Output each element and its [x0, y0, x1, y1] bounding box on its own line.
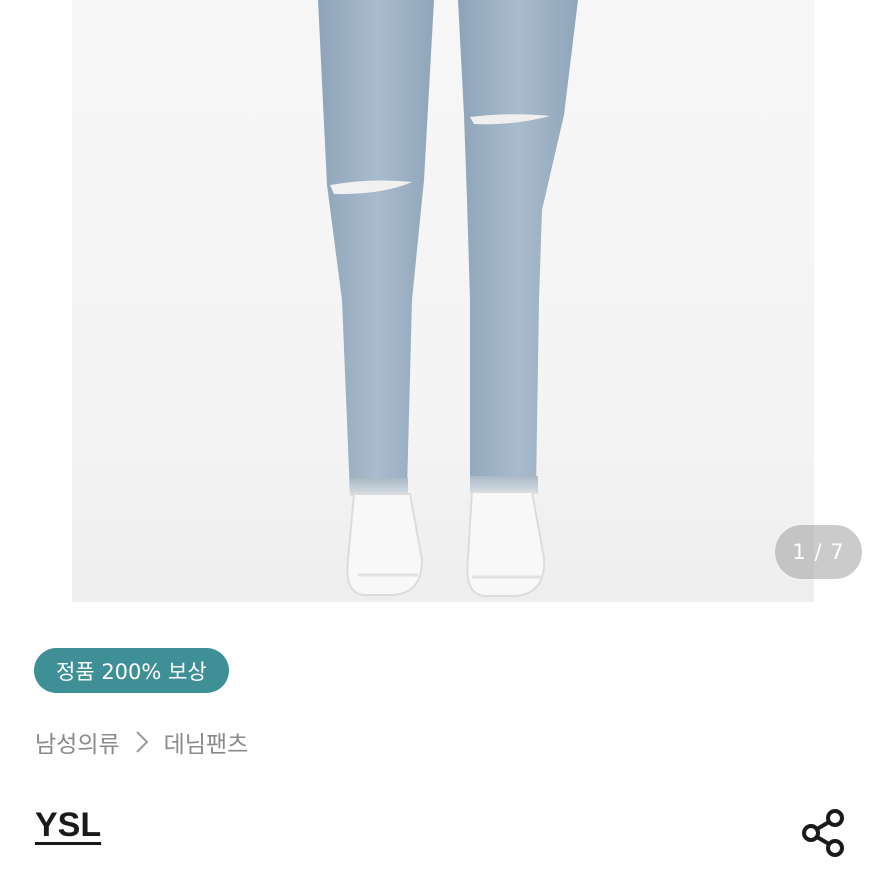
breadcrumb-item-denim-pants[interactable]: 데님팬츠 [164, 725, 249, 759]
jeans-illustration [318, 0, 578, 597]
breadcrumb-item-mens-clothing[interactable]: 남성의류 [35, 725, 120, 759]
breadcrumb: 남성의류 데님팬츠 [35, 722, 248, 762]
product-photo[interactable] [72, 0, 814, 602]
chevron-right-icon [120, 722, 164, 762]
product-image-gallery[interactable]: 1 / 7 [0, 0, 885, 602]
share-button[interactable] [796, 805, 852, 861]
image-counter: 1 / 7 [775, 525, 862, 579]
authenticity-badge: 정품 200% 보상 [34, 648, 229, 693]
share-icon [802, 809, 844, 857]
brand-name-link[interactable]: YSL [35, 806, 101, 845]
